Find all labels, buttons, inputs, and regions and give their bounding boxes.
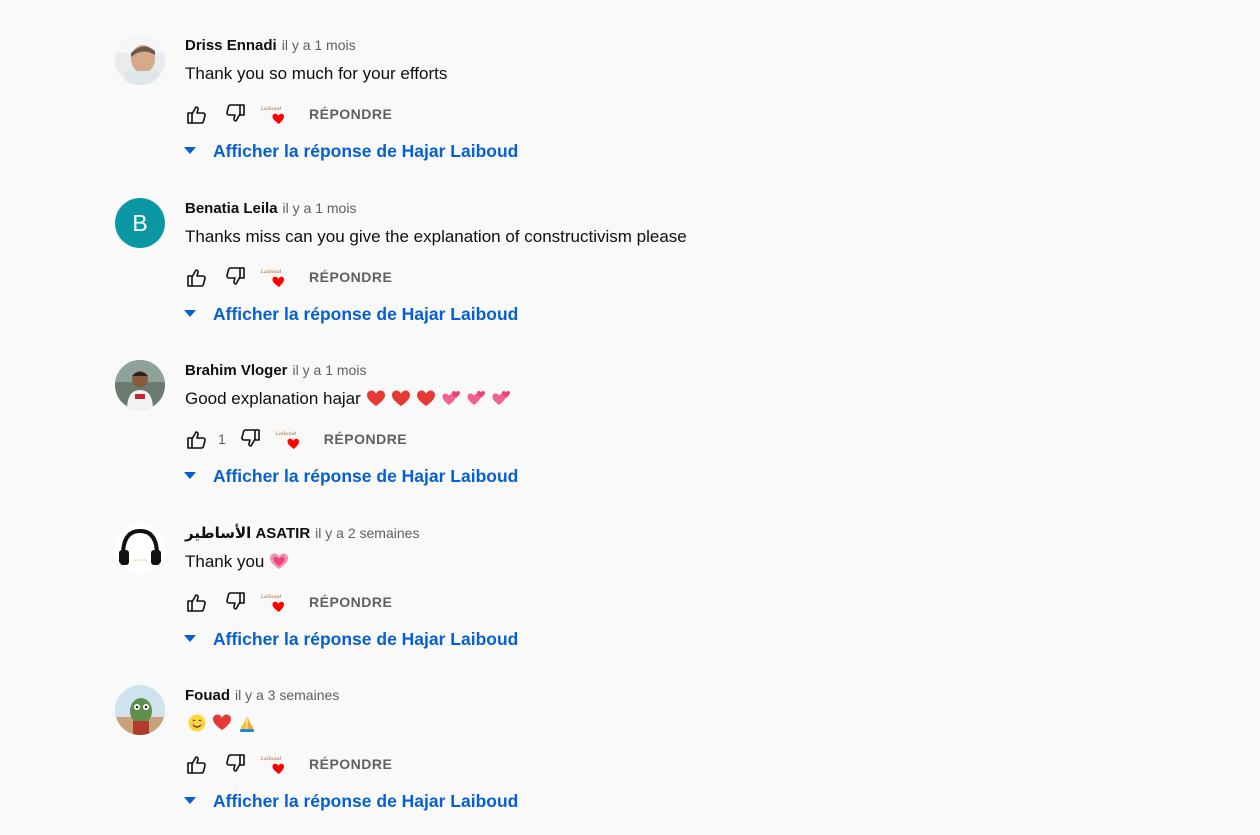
comment-header: Fouad il y a 3 semaines xyxy=(185,685,339,705)
red-heart-emoji-icon xyxy=(366,390,385,406)
creator-heart-icon: Laiboud xyxy=(260,591,284,612)
comment-timestamp[interactable]: il y a 1 mois xyxy=(293,362,367,378)
comment-text-body: Thanks miss can you give the explanation… xyxy=(185,227,687,246)
show-replies-button[interactable]: Afficher la réponse de Hajar Laiboud xyxy=(183,463,518,489)
author-name[interactable]: Driss Ennadi xyxy=(185,37,277,54)
reply-button[interactable]: RÉPONDRE xyxy=(309,269,392,285)
author-avatar[interactable] xyxy=(115,35,165,85)
two-hearts-emoji-icon xyxy=(442,391,460,405)
author-name[interactable]: Benatia Leila xyxy=(185,200,278,217)
author-avatar[interactable] xyxy=(115,685,165,735)
comment-thread: B Benatia Leila il y a 1 mois Thanks miss c… xyxy=(115,198,1215,348)
red-heart-emoji-icon xyxy=(416,390,435,406)
like-thumb-up-icon[interactable] xyxy=(185,753,207,775)
comment-thread: Fouad il y a 3 semaines Laiboud RÉPONDRE Aff… xyxy=(115,685,1215,835)
svg-text:Laiboud: Laiboud xyxy=(275,431,297,437)
creator-heart-icon: Laiboud xyxy=(260,103,284,124)
comment-header: الأساطير ASATIR il y a 2 semaines xyxy=(185,523,419,543)
svg-text:Laiboud: Laiboud xyxy=(260,756,282,762)
caret-down-icon xyxy=(184,635,196,642)
comment-text: Good explanation hajar xyxy=(185,388,511,410)
folded-hands-emoji-icon xyxy=(240,716,254,732)
svg-text:~~~: ~~~ xyxy=(132,557,147,564)
caret-down-icon xyxy=(184,310,196,317)
creator-heart-icon: Laiboud xyxy=(260,753,284,774)
comment-text-body: Good explanation hajar xyxy=(185,389,361,408)
comment-thread: Driss Ennadi il y a 1 mois Thank you so mu… xyxy=(115,35,1215,185)
comment-text-body: Thank you xyxy=(185,552,265,571)
caret-down-icon xyxy=(184,472,196,479)
author-avatar[interactable] xyxy=(115,360,165,410)
two-hearts-emoji-icon xyxy=(492,391,510,405)
comment-text: Thank you xyxy=(185,551,289,573)
comment-actions: Laiboud RÉPONDRE xyxy=(185,103,392,125)
author-name[interactable]: Brahim Vloger xyxy=(185,362,288,379)
comment-timestamp[interactable]: il y a 1 mois xyxy=(283,200,357,216)
dislike-thumb-down-icon[interactable] xyxy=(240,428,262,450)
show-replies-label: Afficher la réponse de Hajar Laiboud xyxy=(213,465,519,486)
like-thumb-up-icon[interactable] xyxy=(185,591,207,613)
creator-heart-icon: Laiboud xyxy=(260,266,284,287)
svg-text:Laiboud: Laiboud xyxy=(260,106,282,112)
dislike-thumb-down-icon[interactable] xyxy=(225,266,247,288)
comment-header: Brahim Vloger il y a 1 mois xyxy=(185,360,366,380)
red-heart-emoji-icon xyxy=(213,714,231,730)
comment-header: Benatia Leila il y a 1 mois xyxy=(185,198,356,218)
comment-header: Driss Ennadi il y a 1 mois xyxy=(185,35,356,55)
show-replies-button[interactable]: Afficher la réponse de Hajar Laiboud xyxy=(183,138,518,164)
author-name[interactable]: Fouad xyxy=(185,687,230,704)
dislike-thumb-down-icon[interactable] xyxy=(225,753,247,775)
show-replies-label: Afficher la réponse de Hajar Laiboud xyxy=(213,790,519,811)
comment-text: Thank you so much for your efforts xyxy=(185,63,447,85)
red-heart-emoji-icon xyxy=(391,390,410,406)
comment-timestamp[interactable]: il y a 2 semaines xyxy=(315,525,419,541)
show-replies-button[interactable]: Afficher la réponse de Hajar Laiboud xyxy=(183,788,518,814)
comment-actions: Laiboud RÉPONDRE xyxy=(185,591,392,613)
caret-down-icon xyxy=(184,797,196,804)
two-hearts-emoji-icon xyxy=(467,391,485,405)
like-thumb-up-icon[interactable] xyxy=(185,266,207,288)
author-avatar[interactable]: B xyxy=(115,198,165,248)
dislike-thumb-down-icon[interactable] xyxy=(225,103,247,125)
caret-down-icon xyxy=(184,147,196,154)
comment-thread: Brahim Vloger il y a 1 mois Good explanati… xyxy=(115,360,1215,510)
comment-actions: Laiboud RÉPONDRE xyxy=(185,266,392,288)
comment-text xyxy=(185,713,257,733)
like-count: 1 xyxy=(218,431,226,447)
dislike-thumb-down-icon[interactable] xyxy=(225,591,247,613)
reply-button[interactable]: RÉPONDRE xyxy=(309,756,392,772)
like-thumb-up-icon[interactable] xyxy=(185,103,207,125)
comment-timestamp[interactable]: il y a 1 mois xyxy=(282,37,356,53)
creator-heart-icon: Laiboud xyxy=(275,428,299,449)
heartbeat-emoji-icon xyxy=(270,553,289,569)
like-thumb-up-icon[interactable] xyxy=(185,428,207,450)
svg-text:Laiboud: Laiboud xyxy=(260,269,282,275)
reply-button[interactable]: RÉPONDRE xyxy=(324,431,407,447)
show-replies-label: Afficher la réponse de Hajar Laiboud xyxy=(213,628,519,649)
comment-actions: 1 Laiboud RÉPONDRE xyxy=(185,428,407,450)
comment-text-body: Thank you so much for your efforts xyxy=(185,64,448,83)
reply-button[interactable]: RÉPONDRE xyxy=(309,594,392,610)
reply-button[interactable]: RÉPONDRE xyxy=(309,106,392,122)
svg-text:Laiboud: Laiboud xyxy=(260,594,282,600)
comment-actions: Laiboud RÉPONDRE xyxy=(185,753,392,775)
show-replies-label: Afficher la réponse de Hajar Laiboud xyxy=(213,140,519,161)
comment-text: Thanks miss can you give the explanation… xyxy=(185,226,687,248)
smiling-face-emoji-icon xyxy=(188,714,206,732)
show-replies-button[interactable]: Afficher la réponse de Hajar Laiboud xyxy=(183,626,518,652)
comment-thread: ~~~ الأساطير ASATIR il y a 2 semaines Thank… xyxy=(115,523,1215,673)
author-name[interactable]: الأساطير ASATIR xyxy=(185,524,310,542)
show-replies-button[interactable]: Afficher la réponse de Hajar Laiboud xyxy=(183,301,518,327)
show-replies-label: Afficher la réponse de Hajar Laiboud xyxy=(213,303,519,324)
comment-timestamp[interactable]: il y a 3 semaines xyxy=(235,687,339,703)
author-avatar[interactable]: ~~~ xyxy=(115,523,165,573)
